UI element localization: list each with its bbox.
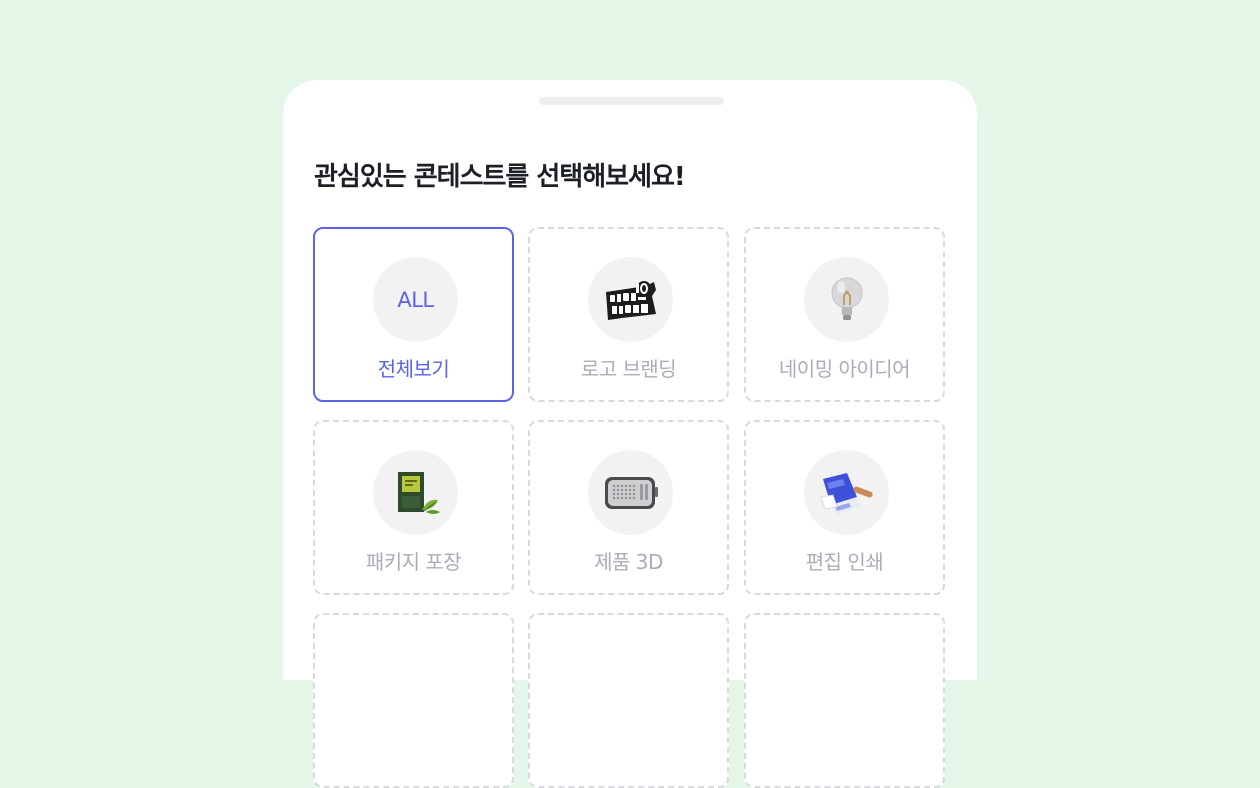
category-icon-circle <box>588 450 673 535</box>
category-label: 제품 3D <box>594 550 663 574</box>
page-title: 관심있는 콘테스트를 선택해보세요! <box>314 162 686 192</box>
category-card-row3-3[interactable] <box>744 613 945 788</box>
category-card-product-3d[interactable]: 제품 3D <box>528 420 729 595</box>
category-label: 로고 브랜딩 <box>580 357 677 381</box>
category-label: 네이밍 아이디어 <box>778 357 911 381</box>
category-card-row3-2[interactable] <box>528 613 729 788</box>
category-icon-circle <box>588 257 673 342</box>
category-card-row3-1[interactable] <box>313 613 514 788</box>
radio-product-icon <box>604 476 658 509</box>
all-icon: ALL <box>397 287 434 312</box>
logo-badge-icon <box>605 280 656 320</box>
category-icon-circle <box>373 450 458 535</box>
category-icon-circle <box>804 257 889 342</box>
category-label: 전체보기 <box>377 357 450 381</box>
category-card-all[interactable]: ALL 전체보기 <box>313 227 514 402</box>
drag-handle[interactable] <box>539 97 724 105</box>
package-box-icon <box>397 471 440 514</box>
category-icon-circle: ALL <box>373 257 458 342</box>
printed-brochure-icon <box>819 472 873 515</box>
lightbulb-icon <box>831 277 862 320</box>
category-icon-circle <box>804 450 889 535</box>
category-card-print[interactable]: 편집 인쇄 <box>744 420 945 595</box>
category-label: 패키지 포장 <box>365 550 462 574</box>
category-card-naming[interactable]: 네이밍 아이디어 <box>744 227 945 402</box>
category-card-logo-branding[interactable]: 로고 브랜딩 <box>528 227 729 402</box>
category-label: 편집 인쇄 <box>805 550 884 574</box>
category-bottom-sheet: 관심있는 콘테스트를 선택해보세요! ALL 전체보기 로고 브랜딩 네이밍 아… <box>283 80 977 788</box>
category-card-package[interactable]: 패키지 포장 <box>313 420 514 595</box>
